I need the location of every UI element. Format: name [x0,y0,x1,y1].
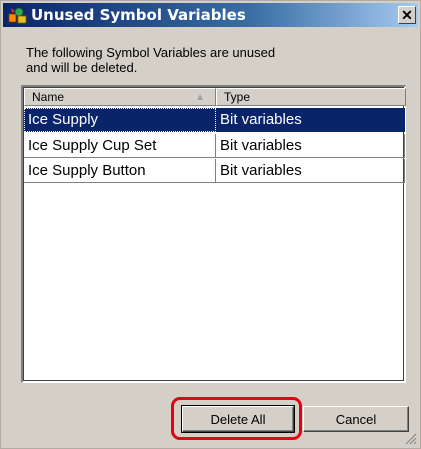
dialog-window: Unused Symbol Variables ✕ The following … [0,0,421,449]
row-type-cell: Bit variables [216,159,405,183]
description-line-1: The following Symbol Variables are unuse… [26,45,276,60]
title-bar[interactable]: Unused Symbol Variables ✕ [3,3,418,27]
column-header-type[interactable]: Type [216,88,406,106]
row-type-cell: Bit variables [216,108,405,132]
window-title: Unused Symbol Variables [31,6,246,24]
description-text: The following Symbol Variables are unuse… [26,45,275,75]
close-button[interactable]: ✕ [398,6,416,24]
column-header-name-label: Name [32,90,65,104]
column-header-name[interactable]: Name ▲ [24,88,216,106]
row-name-cell: Ice Supply [24,108,216,132]
row-name-cell: Ice Supply Button [24,159,216,183]
sort-ascending-icon: ▲ [195,92,205,103]
unused-variables-list[interactable]: Name ▲ Type Ice Supply Bit variables Ice… [21,85,406,383]
row-type-cell: Bit variables [216,134,405,158]
table-row[interactable]: Ice Supply Button Bit variables [24,159,405,183]
list-header: Name ▲ Type [24,88,406,106]
column-header-type-label: Type [224,90,251,104]
app-icon [7,5,29,25]
highlight-callout [171,397,302,440]
table-row[interactable]: Ice Supply Cup Set Bit variables [24,134,405,158]
resize-grip-icon[interactable] [403,431,417,445]
row-name-cell: Ice Supply Cup Set [24,134,216,158]
table-row[interactable]: Ice Supply Bit variables [24,108,405,132]
cancel-button[interactable]: Cancel [303,406,409,432]
description-line-2: and will be deleted. [26,60,138,75]
